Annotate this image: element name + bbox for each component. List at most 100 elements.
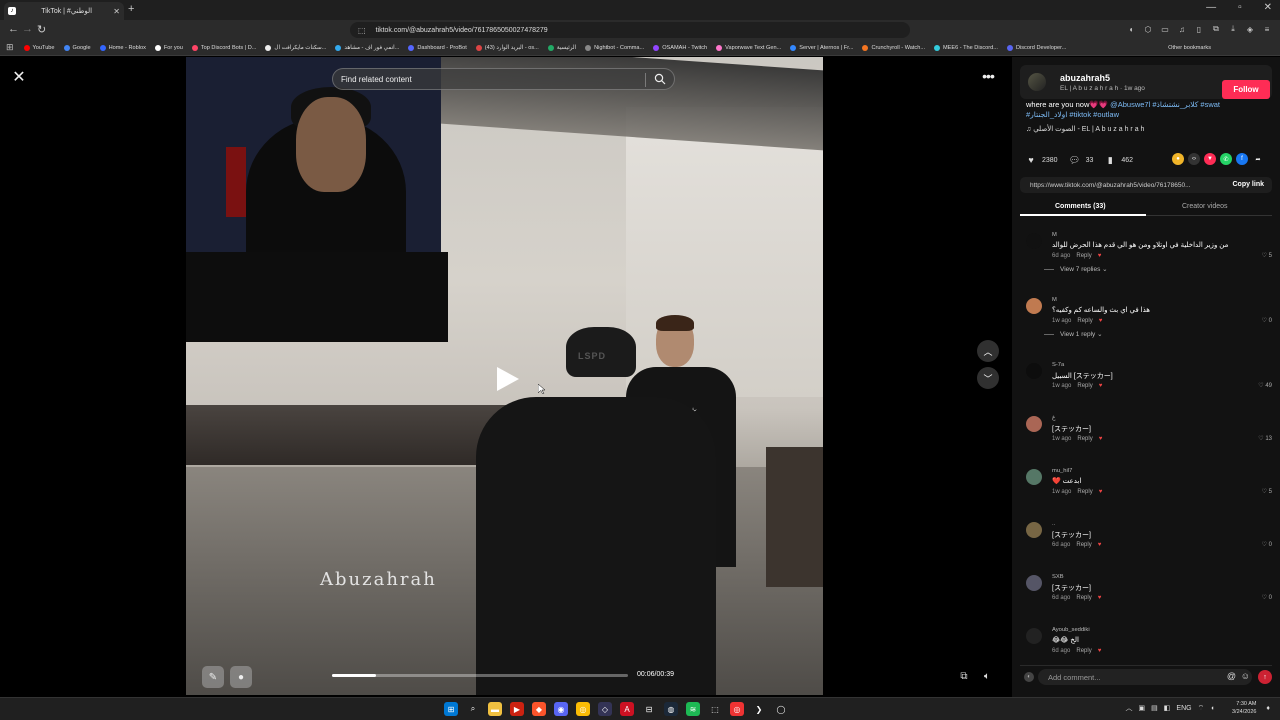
bookmark-item[interactable]: Nightbot - Comma... xyxy=(585,44,644,51)
reply-button[interactable]: Reply xyxy=(1076,542,1091,548)
obs-icon[interactable]: ◎ xyxy=(730,702,744,716)
bookmark-item[interactable]: Crunchyroll - Watch... xyxy=(862,44,925,51)
comment-author[interactable]: M xyxy=(1052,297,1057,303)
taskbar-clock[interactable]: 7:30 AM 3/24/2026 xyxy=(1232,700,1256,716)
more-options-icon[interactable]: ••• xyxy=(978,68,998,84)
video-progress-bar[interactable] xyxy=(332,674,628,677)
comment-avatar[interactable] xyxy=(1026,298,1042,314)
capture-icon[interactable]: ⬚ xyxy=(708,702,722,716)
follow-button[interactable]: Follow xyxy=(1222,80,1270,99)
bookmark-item[interactable]: OSAMAH - Twitch xyxy=(653,44,707,51)
other-bookmarks[interactable]: Other bookmarks xyxy=(1168,45,1211,51)
reply-button[interactable]: Reply xyxy=(1076,648,1091,654)
new-tab-icon[interactable]: + xyxy=(128,3,134,15)
app-grid-icon[interactable]: ⊟ xyxy=(642,702,656,716)
app-a-icon[interactable]: A xyxy=(620,702,634,716)
sidebar-icon[interactable]: ▯ xyxy=(1194,24,1204,34)
next-video-button[interactable]: ﹀ xyxy=(977,367,999,389)
share-arrow-icon[interactable]: ➦ xyxy=(1252,153,1264,165)
bookmark-item[interactable]: YouTube xyxy=(23,44,55,51)
back-icon[interactable]: ← xyxy=(8,23,19,35)
bookmark-page-icon[interactable]: ⬚ xyxy=(358,26,366,35)
comment-author[interactable]: غ xyxy=(1052,415,1055,421)
comment-avatar[interactable] xyxy=(1026,233,1042,249)
close-window-icon[interactable]: ✕ xyxy=(1264,2,1272,13)
bookmark-item[interactable]: Dashboard - ProBot xyxy=(408,44,467,51)
bookmark-item[interactable]: سكنات مايكرافت ال... xyxy=(265,44,326,51)
discord-icon[interactable]: ◉ xyxy=(554,702,568,716)
comment-author[interactable]: mu_hil7 xyxy=(1052,468,1072,474)
comment-like-button[interactable]: ♡ 5 xyxy=(1262,488,1272,495)
bookmark-item[interactable]: Vaporwave Text Gen... xyxy=(716,44,781,51)
reply-button[interactable]: Reply xyxy=(1076,595,1091,601)
puzzle-icon[interactable]: ⧉ xyxy=(1211,24,1221,34)
reload-icon[interactable]: ↻ xyxy=(37,23,46,36)
view-replies-button[interactable]: View 1 reply ⌄ xyxy=(1044,330,1103,338)
steam-icon[interactable]: ◍ xyxy=(664,702,678,716)
shield-icon[interactable]: ◈ xyxy=(1245,24,1255,34)
forward-icon[interactable]: → xyxy=(22,23,33,35)
comment-input[interactable]: Add comment... xyxy=(1038,669,1252,685)
spotify-icon[interactable]: ≋ xyxy=(686,702,700,716)
previous-video-button[interactable]: ︿ xyxy=(977,340,999,362)
bookmark-item[interactable]: Top Discord Bots | D... xyxy=(191,44,256,51)
bookmark-item[interactable]: الرئيسية xyxy=(547,44,576,51)
maximize-icon[interactable]: ▫ xyxy=(1238,2,1242,13)
start-icon[interactable]: ⊞ xyxy=(444,702,458,716)
like-button[interactable]: ♥ 2380 xyxy=(1026,155,1057,165)
search-taskbar-icon[interactable]: ⌕ xyxy=(466,702,480,716)
apps-grid-icon[interactable]: ⊞ xyxy=(6,42,14,53)
bookmark-item[interactable]: انمي فور اف - مشاهد... xyxy=(335,44,399,51)
comment-author[interactable]: S-7a xyxy=(1052,362,1064,368)
browser-tab[interactable]: ♪ TikTok | #الوطني ✕ xyxy=(4,2,124,20)
view-replies-button[interactable]: View 7 replies ⌄ xyxy=(1044,265,1108,273)
menu-icon[interactable]: ≡ xyxy=(1262,24,1272,34)
file-explorer-icon[interactable]: ▬ xyxy=(488,702,502,716)
mic-icon[interactable]: ♦ xyxy=(1266,705,1270,712)
whatsapp-icon[interactable]: ✆ xyxy=(1220,153,1232,165)
tray-app-icon[interactable]: ▣ xyxy=(1139,704,1146,712)
tab-comments[interactable]: Comments (33) xyxy=(1055,203,1106,210)
reply-button[interactable]: Reply xyxy=(1077,489,1092,495)
tray-app3-icon[interactable]: ◧ xyxy=(1164,704,1171,712)
save-button[interactable]: ▮ 462 xyxy=(1105,155,1133,165)
bookmark-item[interactable]: MEE6 - The Discord... xyxy=(934,44,998,51)
author-name[interactable]: abuzahrah5 xyxy=(1060,73,1110,83)
chrome-icon[interactable]: ◎ xyxy=(576,702,590,716)
reply-button[interactable]: Reply xyxy=(1076,253,1091,259)
screenshot-icon[interactable]: ▭ xyxy=(1160,24,1170,34)
comment-button[interactable]: 💬︎ 33 xyxy=(1069,155,1094,165)
app-blue-icon[interactable]: ◇ xyxy=(598,702,612,716)
comment-author[interactable]: M xyxy=(1052,232,1057,238)
search-icon[interactable] xyxy=(654,73,666,85)
share-coin-icon[interactable]: ● xyxy=(1172,153,1184,165)
bookmark-item[interactable]: Home - Roblox xyxy=(99,44,146,51)
comment-avatar[interactable] xyxy=(1026,522,1042,538)
sound-link[interactable]: ♫ الصوت الأصلي - EL | A b u z a h r a h xyxy=(1026,125,1144,133)
embed-icon[interactable]: ‹› xyxy=(1188,153,1200,165)
address-bar[interactable]: ⬚ tiktok.com/@abuzahrah5/video/761786505… xyxy=(350,22,910,38)
tray-chevron-icon[interactable]: ︿ xyxy=(1126,703,1133,713)
comment-like-button[interactable]: ♡ 0 xyxy=(1262,317,1272,324)
audio-icon[interactable]: ◖ xyxy=(1126,24,1136,34)
comment-avatar[interactable] xyxy=(1026,416,1042,432)
brave-icon[interactable]: ◆ xyxy=(532,702,546,716)
copy-link-button[interactable]: Copy link xyxy=(1232,181,1264,188)
mute-mic-icon[interactable]: ✎ xyxy=(202,666,224,688)
pip-icon[interactable]: ⧉ xyxy=(954,666,974,686)
related-search-input[interactable]: Find related content xyxy=(332,68,675,90)
record-icon[interactable]: ● xyxy=(230,666,252,688)
speaker-icon[interactable]: ◖ xyxy=(1210,705,1214,712)
comment-like-button[interactable]: ♡ 0 xyxy=(1262,541,1272,548)
minimize-icon[interactable]: — xyxy=(1206,2,1216,13)
bookmark-item[interactable]: Server | Aternos | Fr... xyxy=(790,44,853,51)
media-icon[interactable]: ♫ xyxy=(1177,24,1187,34)
comment-author[interactable]: SXB xyxy=(1052,574,1064,580)
emoji-icon[interactable]: ☺ xyxy=(1241,671,1250,681)
author-avatar[interactable] xyxy=(1028,73,1046,91)
reply-button[interactable]: Reply xyxy=(1077,436,1092,442)
comment-author[interactable]: .. xyxy=(1052,521,1055,527)
bookmark-item[interactable]: Discord Developer... xyxy=(1006,44,1066,51)
send-icon[interactable]: ↑ xyxy=(1258,670,1272,684)
app-red-icon[interactable]: ▶ xyxy=(510,702,524,716)
